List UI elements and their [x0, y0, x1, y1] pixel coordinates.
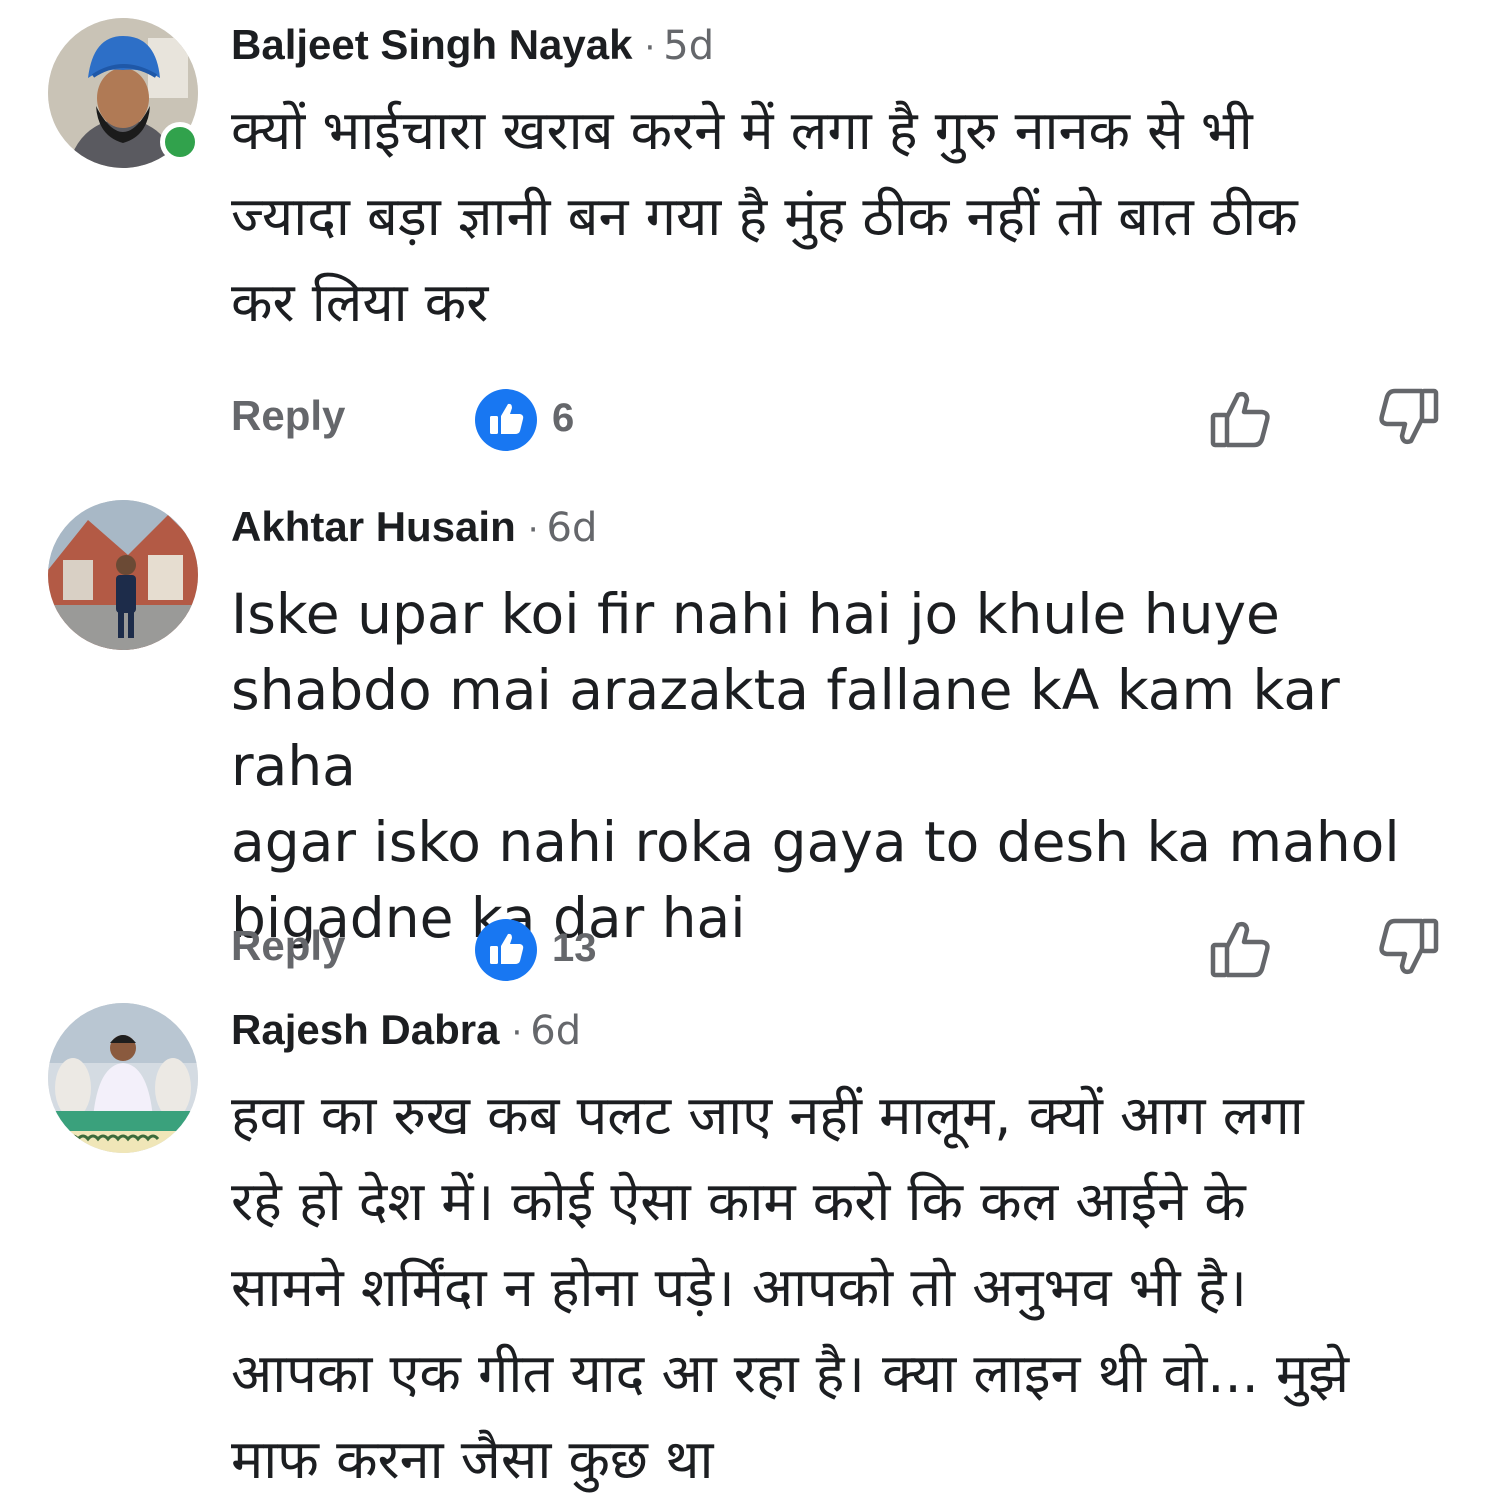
comment-text: Iske upar koi fir nahi hai jo khule huye…	[231, 576, 1471, 956]
comment-text-line: shabdo mai arazakta fallane kA kam kar r…	[231, 658, 1340, 798]
reply-button[interactable]: Reply	[231, 392, 345, 440]
comment-text-line: कर लिया कर	[231, 271, 489, 334]
comment-text-line: हवा का रुख कब पलट जाए नहीं मालूम, क्यों …	[231, 1084, 1304, 1147]
thumbs-up-outline-icon[interactable]	[1205, 912, 1277, 984]
comment-text-line: रहे हो देश में। कोई ऐसा काम करो कि कल आई…	[231, 1170, 1246, 1233]
comment-text-line: आपका एक गीत याद आ रहा है। क्या लाइन थी व…	[231, 1342, 1350, 1405]
thumbs-down-outline-icon[interactable]	[1372, 912, 1444, 984]
online-status-indicator	[160, 122, 200, 162]
comment-text-line: agar isko nahi roka gaya to desh ka maho…	[231, 810, 1400, 874]
timestamp[interactable]: 6d	[547, 505, 598, 551]
comment-text-line: माफ करना जैसा कुछ था	[231, 1428, 714, 1491]
separator: ·	[527, 510, 539, 550]
comment-actions: Reply 6	[0, 382, 1500, 452]
timestamp[interactable]: 6d	[530, 1008, 581, 1054]
reaction-count: 6	[552, 396, 575, 440]
timestamp[interactable]: 5d	[663, 23, 714, 69]
like-reaction-icon[interactable]	[475, 919, 537, 981]
like-reaction-icon[interactable]	[475, 389, 537, 451]
comment-header: Akhtar Husain · 6d	[231, 502, 597, 555]
comment-header: Rajesh Dabra · 6d	[231, 1005, 581, 1058]
reply-button[interactable]: Reply	[231, 922, 345, 970]
author-name[interactable]: Rajesh Dabra	[231, 1006, 499, 1053]
author-name[interactable]: Baljeet Singh Nayak	[231, 21, 632, 68]
avatar[interactable]	[48, 1003, 198, 1153]
thumbs-up-outline-icon[interactable]	[1205, 382, 1277, 454]
comment-actions: Reply 13	[0, 912, 1500, 982]
separator: ·	[644, 28, 656, 68]
thumbs-down-outline-icon[interactable]	[1372, 382, 1444, 454]
comment-text-line: ज्यादा बड़ा ज्ञानी बन गया है मुंह ठीक नह…	[231, 185, 1298, 248]
reaction-count: 13	[552, 926, 597, 970]
comment-header: Baljeet Singh Nayak · 5d	[231, 20, 714, 73]
author-name[interactable]: Akhtar Husain	[231, 503, 516, 550]
comment-text-line: क्यों भाईचारा खराब करने में लगा है गुरु …	[231, 99, 1253, 162]
separator: ·	[511, 1013, 523, 1053]
avatar-image	[48, 1003, 198, 1153]
comment-text-line: Iske upar koi fir nahi hai jo khule huye	[231, 582, 1280, 646]
avatar[interactable]	[48, 500, 198, 650]
comment-text: क्यों भाईचारा खराब करने में लगा है गुरु …	[231, 88, 1471, 346]
avatar-image	[48, 500, 198, 650]
comment-text: हवा का रुख कब पलट जाए नहीं मालूम, क्यों …	[231, 1073, 1471, 1500]
comment-text-line: सामने शर्मिंदा न होना पड़े। आपको तो अनुभ…	[231, 1256, 1247, 1319]
